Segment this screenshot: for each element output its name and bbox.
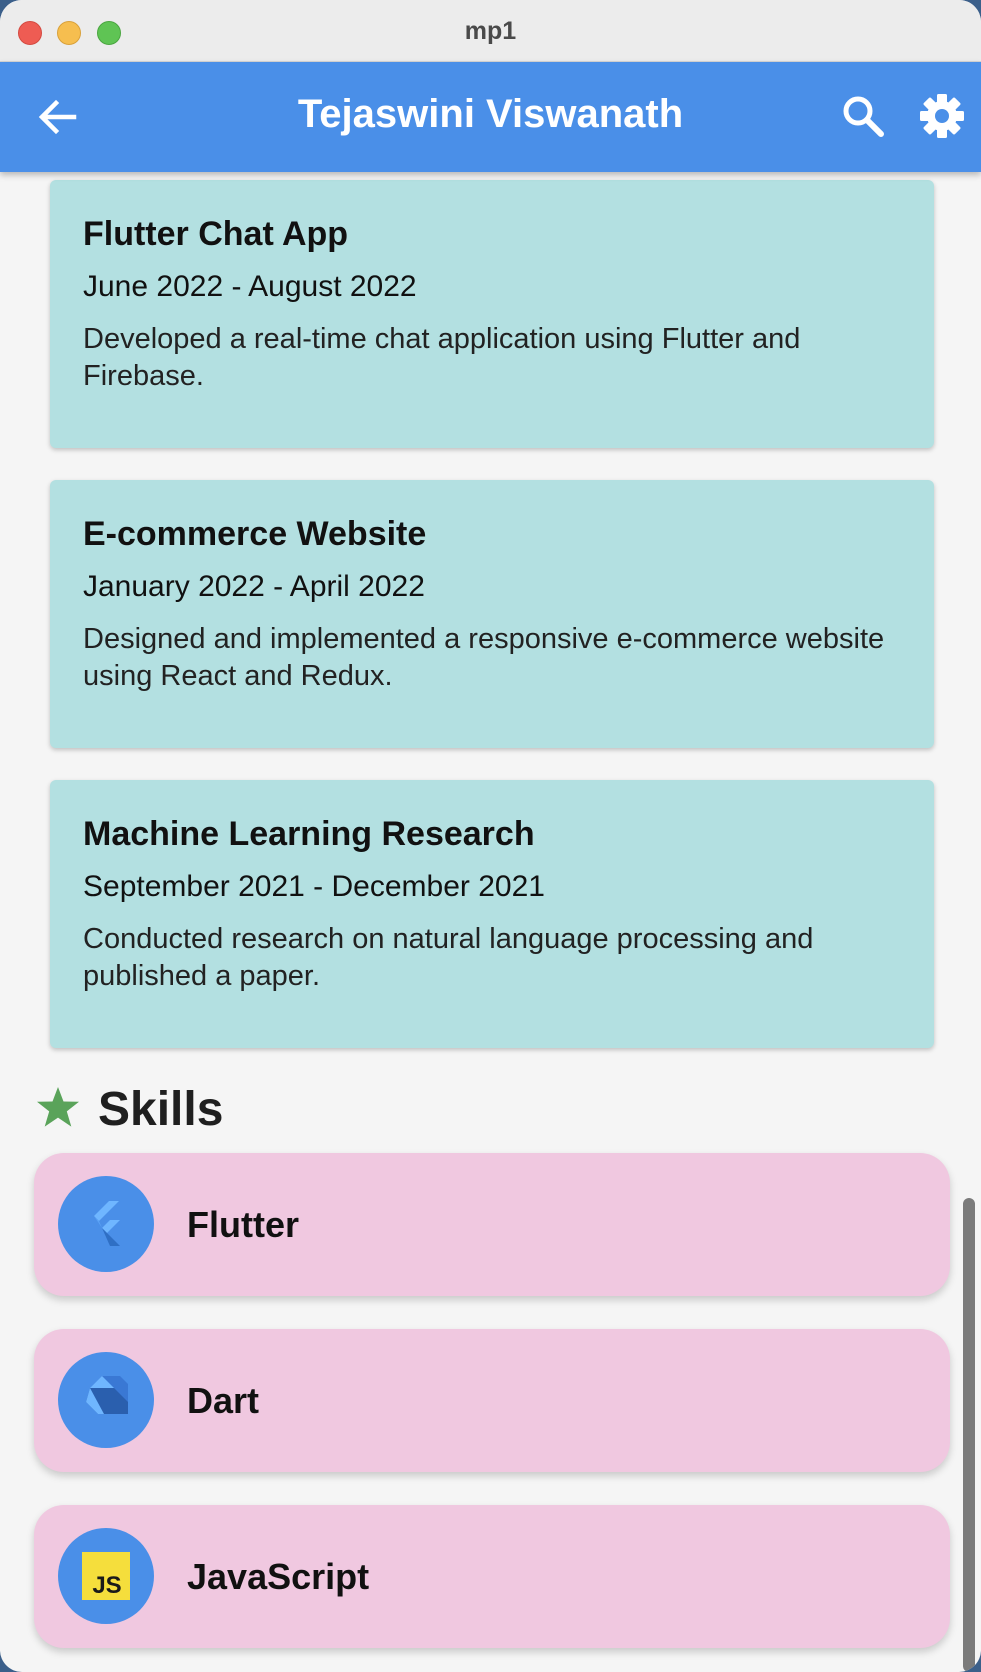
experience-description: Developed a real-time chat application u… [83,323,801,392]
skill-card-dart[interactable]: Dart [34,1329,950,1472]
skill-card-flutter[interactable]: Flutter [34,1153,950,1296]
page-title: Tejaswini Viswanath [297,92,684,136]
javascript-logo-icon: JS [82,1552,130,1600]
window-titlebar: mp1 [0,0,981,62]
experience-date: January 2022 - April 2022 [83,570,425,603]
app-bar: Tejaswini Viswanath [0,62,981,172]
skill-avatar [58,1352,154,1448]
skill-name: Dart [187,1380,260,1421]
app-window: mp1 Tejaswini Viswanath Flutter Chat App… [0,0,981,1672]
js-badge-text: JS [92,1572,121,1599]
experience-card: Flutter Chat App June 2022 - August 2022… [50,180,934,448]
experience-card: E-commerce Website January 2022 - April … [50,480,934,748]
skill-name: Flutter [187,1204,299,1245]
scroll-content[interactable]: Flutter Chat App June 2022 - August 2022… [0,172,981,1672]
experience-title: E-commerce Website [83,515,427,553]
skill-card-javascript[interactable]: JS JavaScript [34,1505,950,1648]
experience-title: Machine Learning Research [83,815,535,853]
experience-date: June 2022 - August 2022 [83,270,417,303]
experience-description: Conducted research on natural language p… [83,923,814,992]
scrollbar-thumb[interactable] [963,1198,975,1672]
skill-avatar: JS [58,1528,154,1624]
skill-avatar [58,1176,154,1272]
star-icon [37,1087,79,1127]
settings-button[interactable] [918,92,966,140]
dart-logo-icon [86,1376,128,1414]
gear-icon [920,94,964,138]
experience-description: Designed and implemented a responsive e-… [83,623,885,692]
search-button[interactable] [840,93,886,139]
skill-name: JavaScript [187,1556,370,1597]
search-icon [843,96,884,137]
window-title: mp1 [464,17,517,45]
experience-title: Flutter Chat App [83,215,349,253]
experience-date: September 2021 - December 2021 [83,870,545,903]
flutter-logo-icon [94,1201,120,1246]
experience-card: Machine Learning Research September 2021… [50,780,934,1048]
skills-heading-label: Skills [98,1083,224,1136]
